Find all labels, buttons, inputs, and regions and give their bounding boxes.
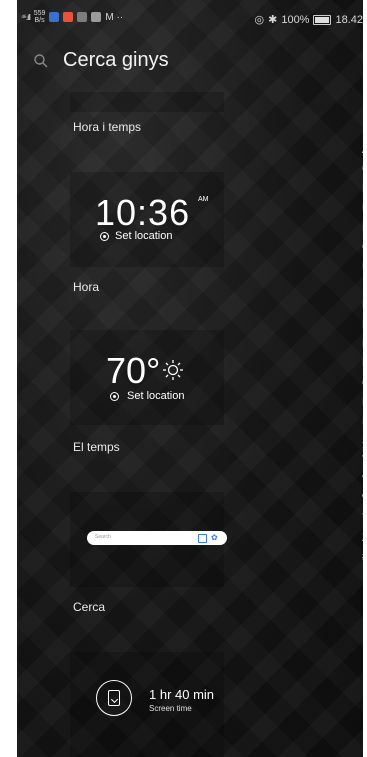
alphabet-index-letter[interactable]: N xyxy=(362,354,363,373)
alphabet-index-letter[interactable]: O xyxy=(362,374,363,393)
battery-icon xyxy=(313,14,332,25)
alphabet-index-letter[interactable]: Z xyxy=(362,529,363,548)
search-title: Cerca ginys xyxy=(63,49,169,71)
widget-label: El temps xyxy=(73,440,120,454)
gallery-notification-icon xyxy=(91,12,102,22)
location-icon xyxy=(100,232,109,241)
phone-screen: ⁴⁶.ıll 559 B/s M ·· ◎ ✱ 100% 18.42 Cerca… xyxy=(17,0,363,757)
location-icon xyxy=(110,392,119,401)
clock-ampm: AM xyxy=(198,196,209,203)
alphabet-index-letter[interactable]: H xyxy=(362,257,363,276)
alphabet-index-letter[interactable]: I xyxy=(362,277,363,296)
alphabet-index-letter[interactable]: W xyxy=(362,490,363,509)
alphabet-index[interactable]: ACDEFGHIKLMNOPRSTVWYZ# xyxy=(362,141,363,568)
alphabet-index-letter[interactable]: A xyxy=(362,141,363,160)
app-notification-icon xyxy=(49,12,60,22)
alphabet-index-letter[interactable]: T xyxy=(362,451,363,470)
app-notification-icon xyxy=(77,12,88,22)
set-location-link[interactable]: Set location xyxy=(127,390,184,402)
alphabet-index-letter[interactable]: R xyxy=(362,412,363,431)
alphabet-index-letter[interactable]: S xyxy=(362,432,363,451)
alphabet-index-letter[interactable]: Y xyxy=(362,509,363,528)
net-speed-value: 559 xyxy=(33,10,46,17)
temperature: 70° xyxy=(106,350,161,391)
net-speed: 559 B/s xyxy=(34,10,46,24)
widget-preview-top xyxy=(70,92,224,112)
widget-label: Hora i temps xyxy=(73,120,142,134)
clock-time: 10:36 xyxy=(95,192,191,233)
net-speed-unit: B/s xyxy=(34,17,45,24)
screen-time-widget-preview[interactable] xyxy=(70,652,224,757)
search-widget-bar[interactable]: Search ✿ xyxy=(87,531,227,545)
scan-icon[interactable] xyxy=(198,534,207,543)
phone-icon xyxy=(108,690,120,706)
signal-icon: ⁴⁶.ıll xyxy=(21,12,31,22)
status-left: ⁴⁶.ıll 559 B/s M ·· xyxy=(21,10,123,24)
status-right: ◎ ✱ 100% 18.42 xyxy=(254,13,364,27)
alphabet-index-letter[interactable]: V xyxy=(362,471,363,490)
bluetooth-icon: ✱ xyxy=(268,14,278,26)
search-header[interactable]: Cerca ginys xyxy=(17,40,363,82)
alphabet-index-letter[interactable]: D xyxy=(362,180,363,199)
clock: 18.42 xyxy=(335,13,363,26)
assistant-icon[interactable]: ✿ xyxy=(211,533,218,543)
screen-time-icon xyxy=(96,680,132,716)
alphabet-index-letter[interactable]: P xyxy=(362,393,363,412)
alphabet-index-letter[interactable]: C xyxy=(362,160,363,179)
sun-icon xyxy=(163,360,183,380)
set-location-link[interactable]: Set location xyxy=(115,230,172,242)
screen-time-caption: Screen time xyxy=(149,704,192,713)
search-widget-placeholder: Search xyxy=(95,534,111,540)
alphabet-index-letter[interactable]: F xyxy=(362,219,363,238)
status-bar: ⁴⁶.ıll 559 B/s M ·· ◎ ✱ 100% 18.42 xyxy=(17,0,363,36)
screen-time-value: 1 hr 40 min xyxy=(149,687,215,702)
search-icon xyxy=(34,54,48,68)
alphabet-index-letter[interactable]: G xyxy=(362,238,363,257)
eye-comfort-icon: ◎ xyxy=(254,14,265,26)
app-notification-icon xyxy=(63,12,74,22)
alphabet-index-letter[interactable]: E xyxy=(362,199,363,218)
alphabet-index-letter[interactable]: L xyxy=(362,316,363,335)
widget-label: Cerca xyxy=(73,600,106,614)
alphabet-index-letter[interactable]: K xyxy=(362,296,363,315)
battery-percent: 100% xyxy=(281,13,310,26)
alphabet-index-letter[interactable]: # xyxy=(362,548,363,567)
alphabet-index-letter[interactable]: M xyxy=(362,335,363,354)
more-notifications: M ·· xyxy=(105,11,124,23)
widget-label: Hora xyxy=(73,280,100,294)
